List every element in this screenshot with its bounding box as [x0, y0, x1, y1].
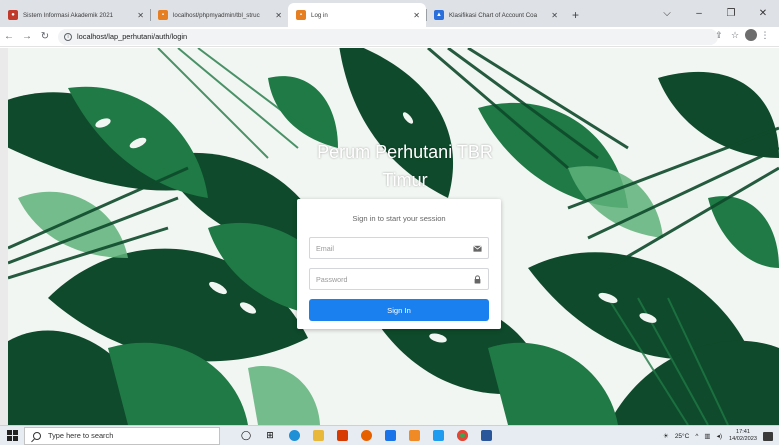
close-icon[interactable]: ✕: [137, 11, 144, 20]
taskbar-search[interactable]: Type here to search: [24, 426, 220, 445]
app-icon: ▪: [296, 10, 306, 20]
clock-date: 14/02/2023: [729, 436, 757, 442]
login-message: Sign in to start your session: [352, 214, 446, 223]
office-icon[interactable]: [330, 429, 354, 443]
close-icon[interactable]: ✕: [413, 11, 420, 20]
brand-line-1: Perum Perhutani TBR: [317, 142, 493, 162]
minimize-icon[interactable]: –: [683, 8, 715, 19]
page-scroll-gutter: [0, 48, 8, 425]
tab-title: Klasifikasi Chart of Account Coa: [449, 11, 538, 19]
toolbar-actions: ⇪ ☆ ⋮: [711, 29, 773, 41]
address-bar[interactable]: i localhost/lap_perhutani/auth/login: [58, 28, 718, 45]
tab-search-icon[interactable]: ⌵: [651, 8, 683, 19]
tab-title: Sistem Informasi Akademik 2021: [23, 11, 114, 19]
tab-phpmyadmin[interactable]: ▪ localhost/phpmyadmin/tbl_struc ✕: [150, 3, 288, 27]
login-card: Sign in to start your session Sign In: [297, 199, 501, 329]
volume-icon[interactable]: ◂): [717, 432, 722, 440]
email-input[interactable]: [310, 238, 488, 258]
task-view-icon[interactable]: ⊞: [258, 429, 282, 443]
chevron-up-icon[interactable]: ^: [695, 433, 698, 440]
login-page: Perum Perhutani TBR Timur Sign in to sta…: [8, 48, 779, 425]
chrome-icon[interactable]: [450, 429, 474, 443]
share-icon[interactable]: ⇪: [711, 30, 727, 41]
notifications-icon[interactable]: [763, 431, 773, 441]
address-text: localhost/lap_perhutani/auth/login: [77, 32, 188, 41]
phpmyadmin-icon: ▪: [158, 10, 168, 20]
new-tab-button[interactable]: +: [564, 3, 587, 27]
maximize-icon[interactable]: ❐: [715, 8, 747, 19]
network-icon[interactable]: ▥: [704, 432, 710, 440]
mail-icon[interactable]: [378, 429, 402, 443]
tab-strip: ● Sistem Informasi Akademik 2021 ✕ ▪ loc…: [0, 0, 779, 27]
windows-taskbar: Type here to search ◯ ⊞ ☀ 25°C ^ ▥ ◂) 17…: [0, 425, 779, 445]
close-window-icon[interactable]: ✕: [747, 8, 779, 19]
brand-title: Perum Perhutani TBR Timur: [305, 138, 505, 194]
firefox-icon[interactable]: [354, 429, 378, 443]
clock-time: 17:41: [736, 429, 750, 435]
back-icon[interactable]: ←: [0, 31, 18, 42]
klasifikasi-icon: ▲: [434, 10, 444, 20]
sign-in-button[interactable]: Sign In: [309, 299, 489, 321]
start-button[interactable]: [0, 430, 24, 441]
file-explorer-icon[interactable]: [306, 429, 330, 443]
edge-icon[interactable]: [282, 429, 306, 443]
search-icon: [33, 431, 41, 440]
temperature[interactable]: 25°C: [675, 433, 690, 440]
xampp-icon[interactable]: [402, 429, 426, 443]
password-field: [309, 268, 489, 290]
graduation-cap-icon: ●: [8, 10, 18, 20]
bookmark-star-icon[interactable]: ☆: [727, 30, 743, 41]
tab-sistem-informasi[interactable]: ● Sistem Informasi Akademik 2021 ✕: [0, 3, 150, 27]
lock-icon: [474, 275, 481, 284]
tab-login[interactable]: ▪ Log in ✕: [288, 3, 426, 27]
vscode-icon[interactable]: [426, 429, 450, 443]
menu-icon[interactable]: ⋮: [757, 30, 773, 41]
close-icon[interactable]: ✕: [551, 11, 558, 20]
close-icon[interactable]: ✕: [275, 11, 282, 20]
taskbar-apps: ◯ ⊞: [234, 429, 498, 443]
envelope-icon: [473, 245, 482, 252]
cortana-icon[interactable]: ◯: [234, 429, 258, 443]
browser-toolbar: ← → ↻ i localhost/lap_perhutani/auth/log…: [0, 27, 779, 47]
reload-icon[interactable]: ↻: [36, 31, 54, 42]
email-field: [309, 237, 489, 259]
password-input[interactable]: [310, 269, 488, 289]
info-icon[interactable]: i: [64, 32, 72, 41]
forward-icon[interactable]: →: [18, 31, 36, 42]
brand-line-2: Timur: [382, 170, 428, 190]
windows-logo-icon: [6, 430, 18, 441]
tab-title: Log in: [311, 11, 328, 19]
taskbar-search-placeholder: Type here to search: [48, 431, 114, 440]
profile-avatar[interactable]: [745, 29, 757, 41]
weather-icon[interactable]: ☀: [663, 432, 669, 440]
tab-title: localhost/phpmyadmin/tbl_struc: [173, 11, 260, 19]
window-controls: ⌵ – ❐ ✕: [651, 0, 779, 27]
system-tray: ☀ 25°C ^ ▥ ◂) 17:41 14/02/2023: [660, 426, 779, 445]
word-icon[interactable]: [474, 429, 498, 443]
clock[interactable]: 17:41 14/02/2023: [729, 429, 757, 443]
tab-klasifikasi-coa[interactable]: ▲ Klasifikasi Chart of Account Coa ✕: [426, 3, 564, 27]
